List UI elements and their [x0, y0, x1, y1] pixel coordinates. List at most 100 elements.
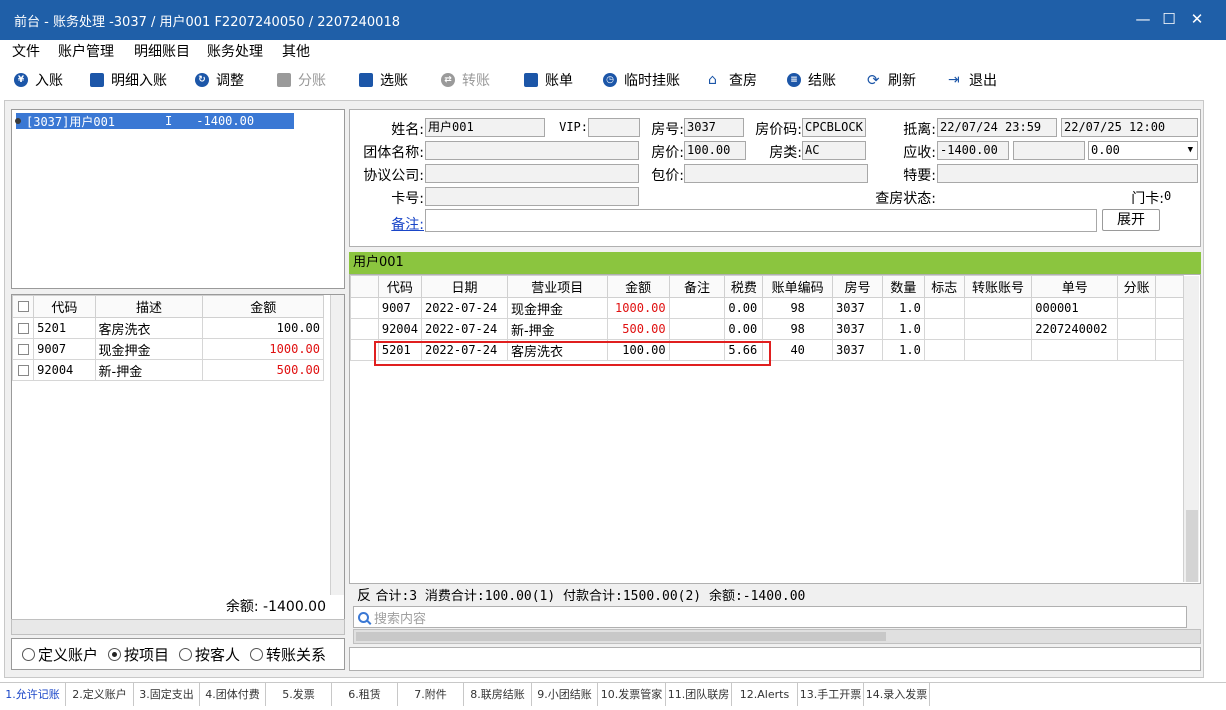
row-checkbox[interactable] [11, 338, 35, 360]
col-tax[interactable]: 税费 [724, 275, 764, 298]
mode-transfer-relation[interactable]: 转账关系 [250, 644, 326, 665]
transfer-button[interactable]: ⇄ 转账 [441, 69, 490, 91]
bill-button[interactable]: 账单 [524, 69, 573, 91]
minimize-button[interactable]: — [1132, 8, 1154, 30]
receivable-select[interactable]: 0.00 ▼ [1088, 141, 1198, 160]
table-row[interactable]: 92004 新-押金 500.00 [11, 359, 324, 381]
menu-accounting[interactable]: 账务处理 [207, 41, 263, 61]
company-field[interactable] [425, 164, 639, 183]
room-field[interactable]: 3037 [684, 118, 744, 137]
table-row[interactable]: 92004 2022-07-24 新-押金 500.00 0.00 98 303… [350, 318, 1184, 340]
col-transfer-account[interactable]: 转账账号 [963, 275, 1033, 298]
exit-button[interactable]: ⇥ 退出 [948, 69, 997, 91]
refresh-button[interactable]: ⟳ 刷新 [867, 69, 916, 91]
remark-link[interactable]: 备注: [386, 214, 424, 234]
radio-icon [22, 647, 35, 661]
mode-by-item[interactable]: 按项目 [108, 644, 169, 665]
tab-linked-room-checkout[interactable]: 8.联房结账 [464, 683, 532, 706]
group-field[interactable] [425, 141, 639, 160]
cell-indicator [350, 318, 379, 340]
col-flag[interactable]: 标志 [923, 275, 965, 298]
tree-node-guest[interactable]: [3037]用户001 I -1400.00 [15, 113, 294, 129]
vip-field[interactable] [588, 118, 640, 137]
menu-detail-items[interactable]: 明细账目 [134, 41, 190, 61]
card-field[interactable] [425, 187, 639, 206]
scrollbar-thumb[interactable] [1186, 510, 1198, 582]
depart-field[interactable]: 22/07/25 12:00 [1061, 118, 1198, 137]
maximize-button[interactable]: ☐ [1158, 8, 1180, 30]
tab-attachment[interactable]: 7.附件 [398, 683, 464, 706]
mode-define-account[interactable]: 定义账户 [22, 644, 98, 665]
check-room-label: 查房 [729, 73, 757, 89]
col-qty[interactable]: 数量 [881, 275, 925, 298]
tab-alerts[interactable]: 12.Alerts [732, 683, 798, 706]
menu-other[interactable]: 其他 [282, 41, 310, 61]
row-checkbox[interactable] [11, 359, 35, 381]
tab-define-account[interactable]: 2.定义账户 [66, 683, 134, 706]
tab-manual-invoice[interactable]: 13.手工开票 [798, 683, 864, 706]
scrollbar-thumb[interactable] [356, 632, 886, 641]
row-checkbox[interactable] [11, 317, 35, 339]
tab-fixed-expense[interactable]: 3.固定支出 [134, 683, 200, 706]
tab-small-group-checkout[interactable]: 9.小团结账 [532, 683, 598, 706]
col-date[interactable]: 日期 [420, 275, 508, 298]
detail-post-button[interactable]: 明细入账 [90, 69, 167, 91]
cell-date: 2022-07-24 [420, 339, 508, 361]
search-box[interactable]: 搜索内容 [353, 606, 1187, 628]
col-room[interactable]: 房号 [832, 275, 883, 298]
col-code[interactable]: 代码 [377, 275, 422, 298]
close-button[interactable]: ✕ [1186, 8, 1208, 30]
table-row[interactable]: 5201 2022-07-24 客房洗衣 100.00 5.66 40 3037… [350, 339, 1184, 361]
price-field[interactable]: 100.00 [684, 141, 746, 160]
left-horizontal-scrollbar[interactable] [11, 619, 345, 635]
select-all-checkbox[interactable] [11, 295, 35, 318]
tab-group-payment[interactable]: 4.团体付费 [200, 683, 266, 706]
split-button[interactable]: 分账 [277, 69, 326, 91]
cell-code: 92004 [377, 318, 422, 340]
checkout-button[interactable]: ≡ 结账 [787, 69, 836, 91]
menu-account-management[interactable]: 账户管理 [58, 41, 114, 61]
menu-file[interactable]: 文件 [12, 41, 40, 61]
receivable-extra-field[interactable] [1013, 141, 1085, 160]
reverse-toggle[interactable]: 反 [357, 588, 371, 604]
expand-button[interactable]: 展开 [1102, 209, 1160, 231]
table-row[interactable]: 5201 客房洗衣 100.00 [11, 317, 324, 339]
select-button[interactable]: 选账 [359, 69, 408, 91]
special-field[interactable] [937, 164, 1198, 183]
tab-enter-invoice[interactable]: 14.录入发票 [864, 683, 930, 706]
tab-invoice[interactable]: 5.发票 [266, 683, 332, 706]
tab-allow-posting[interactable]: 1.允许记账 [0, 683, 66, 706]
arrive-field[interactable]: 22/07/24 23:59 [937, 118, 1057, 137]
transfer-label: 转账 [462, 73, 490, 89]
rate-code-field[interactable]: CPCBLOCK [802, 118, 866, 137]
col-split[interactable]: 分账 [1117, 275, 1157, 298]
guest-info-panel: 姓名: 用户001 VIP: 房号: 3037 房价码: CPCBLOCK 抵离… [349, 109, 1201, 247]
room-type-field[interactable]: AC [802, 141, 866, 160]
col-code[interactable]: 代码 [33, 295, 96, 318]
transaction-vertical-scrollbar[interactable] [1183, 276, 1199, 582]
name-field[interactable]: 用户001 [425, 118, 545, 137]
remark-field[interactable] [425, 209, 1097, 232]
table-row[interactable]: 9007 2022-07-24 现金押金 1000.00 0.00 98 303… [350, 297, 1184, 319]
receivable-field[interactable]: -1400.00 [937, 141, 1009, 160]
mode-by-guest[interactable]: 按客人 [179, 644, 240, 665]
package-field[interactable] [684, 164, 868, 183]
tab-team-linked-room[interactable]: 11.团队联房 [666, 683, 732, 706]
transaction-horizontal-scrollbar[interactable] [353, 629, 1201, 644]
adjust-button[interactable]: ↻ 调整 [195, 69, 244, 91]
tab-lease[interactable]: 6.租赁 [332, 683, 398, 706]
col-bill-code[interactable]: 账单编码 [762, 275, 833, 298]
col-amount[interactable]: 金额 [202, 295, 324, 318]
account-tree[interactable]: [3037]用户001 I -1400.00 [11, 109, 345, 289]
table-row[interactable]: 9007 现金押金 1000.00 [11, 338, 324, 360]
temp-hold-button[interactable]: ◷ 临时挂账 [603, 69, 680, 91]
check-room-button[interactable]: ⌂ 查房 [708, 69, 757, 91]
col-order-no[interactable]: 单号 [1031, 275, 1119, 298]
post-button[interactable]: ¥ 入账 [14, 69, 63, 91]
col-amount[interactable]: 金额 [606, 275, 670, 298]
col-desc[interactable]: 描述 [94, 295, 204, 318]
col-note[interactable]: 备注 [668, 275, 726, 298]
col-item[interactable]: 营业项目 [506, 275, 608, 298]
tab-invoice-manager[interactable]: 10.发票管家 [598, 683, 666, 706]
left-grid-scrollbar[interactable] [330, 295, 344, 595]
